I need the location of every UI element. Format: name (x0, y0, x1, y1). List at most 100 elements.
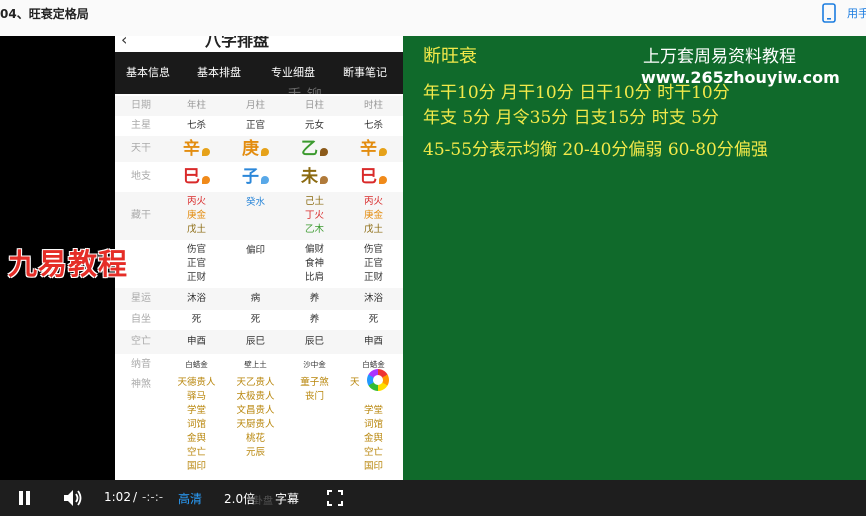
tiangan-cell: 辛 (167, 136, 226, 162)
canggan-item: 戊土 (363, 224, 383, 235)
fuxing-item: 伤官 (186, 244, 206, 255)
zizuo-row: 自坐 死 死 养 死 (115, 310, 403, 330)
canggan-row: 藏干 丙火 庚金 戊土 癸水 己土 丁火 乙木 丙火 庚金 戊土 (115, 192, 403, 240)
tiangan-row: 天干 辛 庚 乙 辛 (115, 136, 403, 162)
shensha-item: 文昌贵人 (236, 405, 275, 416)
time-separator: / (133, 490, 138, 504)
dizhi-char: 巳 (183, 167, 200, 187)
tab-basic-chart: 基本排盘 (197, 66, 241, 79)
subtitle-button[interactable]: 字幕 (275, 490, 299, 507)
row-label: 星运 (115, 288, 167, 310)
xingyun-cell: 养 (285, 288, 344, 310)
app-tabbar: 基本信息 基本排盘 专业细盘 断事笔记 手 铆 (115, 52, 403, 104)
metal-element-icon (379, 147, 387, 156)
shensha-item: 驿马 (186, 391, 206, 402)
tiangan-cell: 庚 (226, 136, 285, 162)
score-line-stems: 年干10分 月干10分 日干10分 时干10分 (423, 83, 730, 103)
header-cell: 年柱 (167, 96, 226, 116)
score-line-thresholds: 45-55分表示均衡 20-40分偏弱 60-80分偏强 (423, 140, 768, 160)
canggan-item: 丙火 (363, 196, 383, 207)
row-label: 空亡 (115, 330, 167, 354)
canggan-item: 丙火 (186, 196, 206, 207)
fuxing-item: 食神 (304, 258, 324, 269)
app-header: ‹ 八字排盘 (115, 36, 403, 52)
fuxing-cell: 偏印 (226, 240, 285, 288)
jiuyi-watermark: 九易教程 (8, 247, 129, 281)
speed-button[interactable]: 2.0倍 (224, 490, 255, 507)
page-title: 04、旺衰定格局 (0, 7, 89, 21)
xingyun-cell: 沐浴 (167, 288, 226, 310)
fuxing-item: 正官 (186, 258, 206, 269)
canggan-cell: 癸水 (226, 192, 285, 240)
kongwang-cell: 申酉 (344, 330, 403, 354)
mobile-view-link[interactable]: 用手 (847, 5, 866, 21)
fuxing-item: 偏财 (304, 244, 324, 255)
row-label: 纳音 (131, 359, 151, 370)
volume-icon[interactable] (63, 489, 83, 507)
bazi-table: 日期 年柱 月柱 日柱 时柱 主星 七杀 正官 元女 七杀 天干 辛 庚 乙 辛 (115, 96, 403, 474)
xingyun-cell: 病 (226, 288, 285, 310)
tiangan-char: 乙 (301, 139, 318, 159)
canggan-cell: 丙火 庚金 戊土 (167, 192, 226, 240)
fuxing-row: 伤官 正官 正财 偏印 偏财 食神 比肩 伤官 正官 正财 (115, 240, 403, 288)
score-line-branches: 年支 5分 月令35分 日支15分 时支 5分 (423, 108, 719, 128)
canggan-item: 癸水 (245, 197, 265, 208)
row-label: 主星 (131, 120, 151, 131)
site-title: 上万套周易资料教程 (643, 47, 796, 67)
fullscreen-icon[interactable] (327, 490, 343, 506)
zizuo-cell: 死 (250, 314, 261, 325)
fuxing-item: 正财 (363, 272, 383, 283)
shensha-item: 桃花 (245, 433, 265, 444)
row-label: 藏干 (115, 192, 167, 240)
zizuo-cell: 养 (309, 314, 320, 325)
header-row: 日期 年柱 月柱 日柱 时柱 (115, 96, 403, 116)
background-text: 卦盘 (253, 496, 273, 507)
shensha-item: 金舆 (363, 433, 383, 444)
mobile-phone-icon[interactable] (821, 3, 837, 23)
canggan-item: 庚金 (186, 210, 206, 221)
dizhi-char: 未 (301, 167, 318, 187)
shensha-item: 空亡 (363, 447, 383, 458)
main-star-cell: 七杀 (363, 120, 383, 131)
shensha-item: 国印 (363, 461, 383, 472)
tiangan-cell: 乙 (285, 136, 344, 162)
fuxing-cell: 伤官 正官 正财 (344, 240, 403, 288)
canggan-cell: 丙火 庚金 戊土 (344, 192, 403, 240)
tab-notes: 断事笔记 (343, 66, 387, 79)
fire-element-icon (202, 175, 210, 184)
duration: -:-:- (142, 490, 164, 504)
row-label: 地支 (131, 171, 151, 182)
fuxing-item: 比肩 (304, 272, 324, 283)
main-star-row: 主星 七杀 正官 元女 七杀 (115, 116, 403, 136)
video-player[interactable]: ‹ 八字排盘 基本信息 基本排盘 专业细盘 断事笔记 手 铆 日期 年柱 月柱 … (0, 36, 866, 480)
main-star-cell: 正官 (245, 120, 265, 131)
shensha-cell: 天 学堂 词馆 金舆 空亡 国印 (344, 376, 403, 474)
shensha-item: 学堂 (363, 405, 383, 416)
metal-element-icon (202, 147, 210, 156)
shensha-item: 元辰 (245, 447, 265, 458)
shensha-item: 丧门 (304, 391, 324, 402)
canggan-item: 庚金 (363, 210, 383, 221)
tiangan-cell: 辛 (344, 136, 403, 162)
row-label: 自坐 (131, 314, 151, 325)
wood-element-icon (320, 147, 328, 156)
player-controls: 1:02 / -:-:- 高清 2.0倍 卦盘 字幕 (0, 480, 866, 516)
fire-element-icon (379, 175, 387, 184)
dizhi-cell: 子 (226, 162, 285, 192)
canggan-item: 己土 (304, 196, 324, 207)
header-cell: 日期 (115, 96, 167, 116)
shensha-cell: 童子煞 丧门 (285, 376, 344, 474)
shensha-item: 金舆 (186, 433, 206, 444)
dizhi-cell: 未 (285, 162, 344, 192)
header-cell: 月柱 (226, 96, 285, 116)
tab-professional-chart: 专业细盘 (271, 66, 315, 79)
pause-icon[interactable] (18, 490, 32, 506)
dizhi-cell: 巳 (344, 162, 403, 192)
shensha-item: 天厨贵人 (236, 419, 275, 430)
tiangan-char: 辛 (360, 139, 377, 159)
metal-element-icon (261, 147, 269, 156)
quality-button[interactable]: 高清 (178, 490, 202, 507)
water-element-icon (261, 175, 269, 184)
kongwang-cell: 辰巳 (285, 330, 344, 354)
dizhi-char: 巳 (360, 167, 377, 187)
